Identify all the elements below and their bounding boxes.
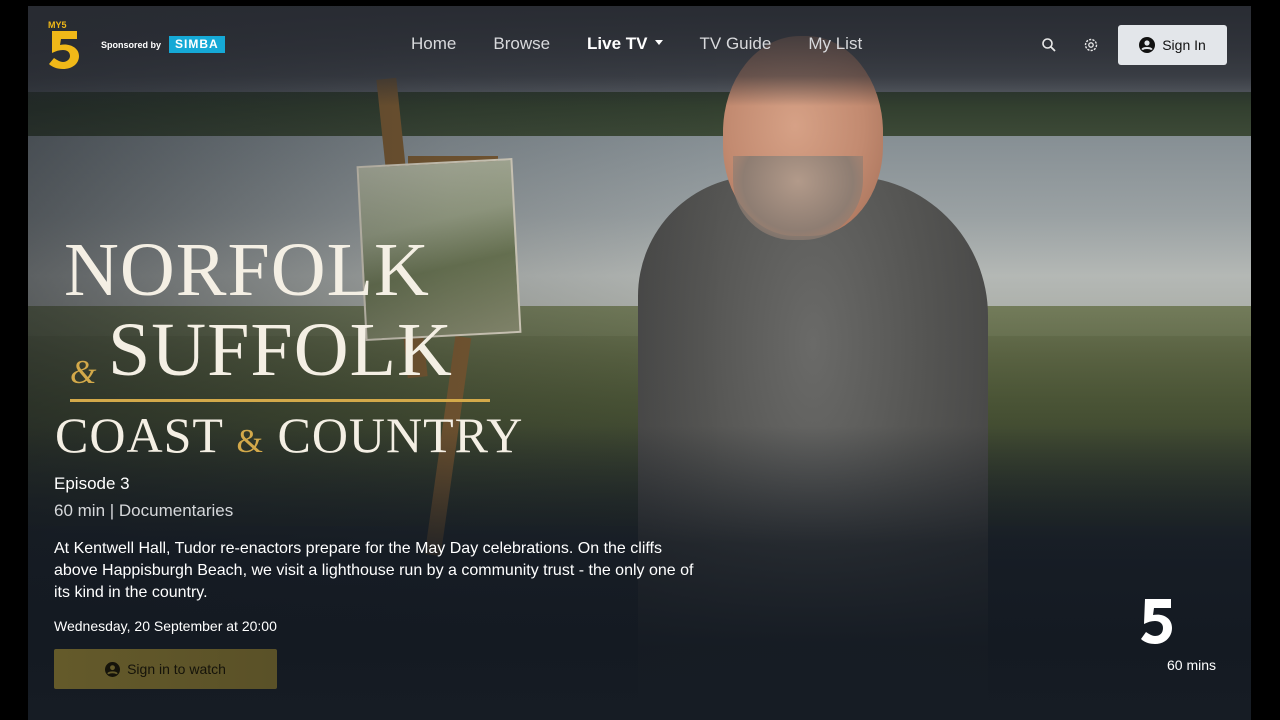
title-divider: [70, 399, 490, 402]
title-ampersand: &: [70, 354, 97, 391]
air-date: Wednesday, 20 September at 20:00: [54, 618, 277, 634]
nav-tv-guide[interactable]: TV Guide: [700, 34, 772, 54]
duration-label: 60 mins: [1167, 657, 1217, 673]
search-icon[interactable]: [1041, 37, 1057, 53]
nav-live-tv-label: Live TV: [587, 34, 648, 53]
nav-my-list[interactable]: My List: [808, 34, 862, 54]
account-icon: [1139, 37, 1156, 53]
sign-in-to-watch-button[interactable]: Sign in to watch: [54, 649, 277, 689]
sign-in-label: Sign In: [1162, 37, 1206, 53]
title-line-norfolk: NORFOLK: [64, 228, 430, 312]
title-ampersand-small: &: [236, 423, 264, 460]
channel-5-logo: [1140, 597, 1174, 645]
nav-live-tv[interactable]: Live TV: [587, 34, 663, 54]
sponsor-strip: Sponsored by SIMBA: [101, 36, 225, 53]
title-line-coast-country: COAST & COUNTRY: [55, 410, 523, 460]
chevron-down-icon: [654, 40, 663, 46]
nav-home[interactable]: Home: [411, 34, 456, 54]
nav-browse[interactable]: Browse: [493, 34, 550, 54]
sponsor-brand[interactable]: SIMBA: [169, 36, 225, 53]
episode-description: At Kentwell Hall, Tudor re-enactors prep…: [54, 540, 694, 601]
watch-label: Sign in to watch: [127, 661, 226, 677]
my5-logo[interactable]: MY5: [48, 19, 80, 69]
sign-in-button[interactable]: Sign In: [1118, 25, 1227, 65]
title-country: COUNTRY: [277, 407, 524, 463]
episode-number: Episode 3: [54, 474, 130, 493]
gear-icon[interactable]: [1083, 37, 1099, 53]
svg-text:MY5: MY5: [48, 20, 67, 30]
account-icon: [105, 661, 121, 677]
title-line-suffolk: SUFFOLK: [108, 308, 453, 392]
top-gradient: [28, 6, 1251, 106]
main-nav: Home Browse Live TV TV Guide My List: [411, 34, 899, 54]
episode-meta: 60 min | Documentaries: [54, 501, 234, 520]
title-coast: COAST: [55, 407, 224, 463]
sponsor-label: Sponsored by: [101, 39, 162, 50]
